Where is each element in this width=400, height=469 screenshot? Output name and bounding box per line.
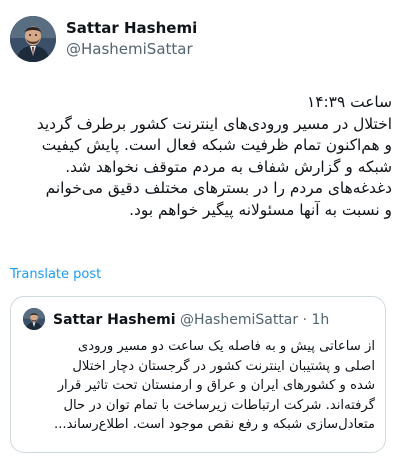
post-body-line: دغدغه‌های مردم را در بسترهای مختلف دقیق …: [45, 179, 392, 197]
quote-avatar-image: [23, 308, 45, 330]
quote-separator: ·: [298, 312, 312, 328]
quote-timestamp: 1h: [311, 312, 330, 328]
author-name[interactable]: Sattar Hashemi: [66, 19, 197, 37]
quote-body-line: اصلی و پشتیبان اینترنت کشور در گرجستان د…: [72, 358, 375, 374]
avatar-image: [10, 16, 56, 62]
post: Sattar Hashemi @HashemiSattar ساعت ۱۴:۳۹…: [0, 0, 400, 469]
post-body-line: شبکه و گزارش شفاف به مردم متوقف نخواهد ش…: [65, 157, 392, 176]
post-body-line: ساعت ۱۴:۳۹: [306, 93, 392, 111]
quote-author-row: Sattar Hashemi @HashemiSattar · 1h: [53, 312, 329, 328]
avatar[interactable]: [10, 16, 56, 62]
quote-author-handle: @HashemiSattar: [179, 312, 299, 328]
quote-body: از ساعاتی پیش و به فاصله یک ساعت دو مسیر…: [21, 337, 375, 435]
quote-body-line: گرفته‌اند. شرکت ارتباطات زیرساخت با تمام…: [63, 397, 375, 413]
post-body-line: و هم‌اکنون تمام ظرفیت شبکه فعال است. پای…: [41, 136, 392, 154]
quote-avatar: [23, 308, 45, 330]
post-body: ساعت ۱۴:۳۹ اختلال در مسیر ورودی‌های اینت…: [10, 92, 392, 221]
quote-body-line: از ساعاتی پیش و به فاصله یک ساعت دو مسیر…: [77, 339, 375, 354]
quoted-post-card[interactable]: Sattar Hashemi @HashemiSattar · 1h از سا…: [10, 296, 386, 453]
quote-author-name: Sattar Hashemi: [53, 312, 176, 328]
translate-post-link[interactable]: Translate post: [10, 267, 101, 282]
author-handle[interactable]: @HashemiSattar: [66, 40, 193, 58]
post-body-line: اختلال در مسیر ورودی‌های اینترنت کشور بر…: [36, 114, 392, 133]
quote-body-line: شده و کشورهای ایران و عراق و ارمنستان تح…: [57, 378, 375, 394]
post-body-line: و نسبت به آنها مسئولانه پیگیر خواهم بود.: [129, 200, 392, 219]
quote-body-line: متعادل‌سازی شبکه و رفع نقص موجود است. اط…: [54, 417, 375, 433]
